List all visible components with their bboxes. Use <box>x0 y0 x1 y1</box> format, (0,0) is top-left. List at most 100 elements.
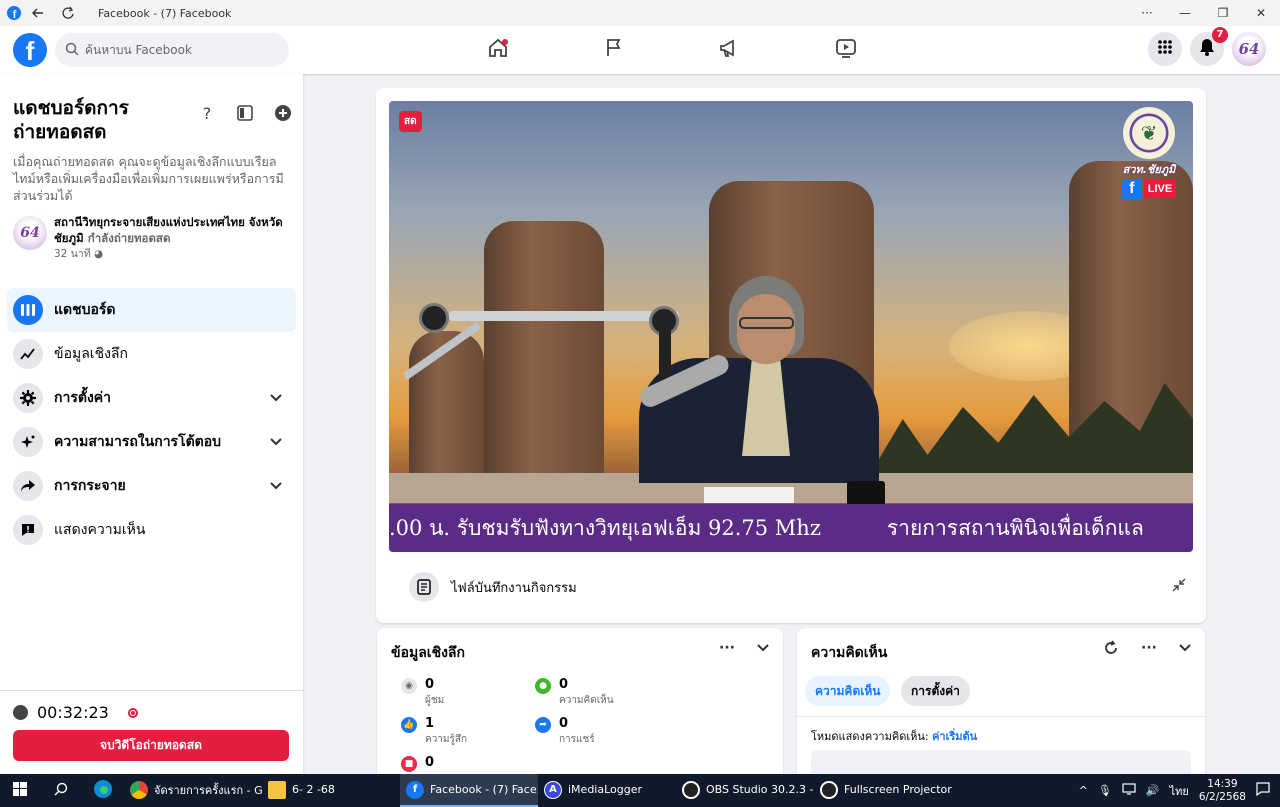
menu-button[interactable] <box>1148 32 1182 66</box>
clock-icon <box>13 705 28 720</box>
restore-button[interactable]: ❐ <box>1204 6 1242 20</box>
minimize-button[interactable]: — <box>1166 6 1204 20</box>
reload-icon[interactable] <box>58 3 78 23</box>
stat-value: 0 <box>559 716 569 731</box>
add-icon[interactable] <box>274 104 292 122</box>
search-input[interactable]: ค้นหาบน Facebook <box>55 33 289 67</box>
sidebar-item-distribution[interactable]: การกระจาย <box>7 464 296 508</box>
bell-icon <box>1199 38 1215 60</box>
more-options-button[interactable]: ··· <box>1128 6 1166 20</box>
more-icon[interactable]: ··· <box>1141 640 1157 660</box>
home-notification-dot <box>502 39 508 45</box>
news-ticker: .00 น. รับชมรับฟังทางวิทยุเอฟเอ็ม 92.75 … <box>389 504 1193 552</box>
panel-toggle-icon[interactable] <box>236 104 254 122</box>
taskbar-item-label: 6- 2 -68 <box>292 783 335 796</box>
notifications-button[interactable]: 7 <box>1190 27 1228 66</box>
station-avatar-label: 64 <box>20 225 40 241</box>
live-badge: สด <box>399 111 422 132</box>
comment-mode-link[interactable]: ค่าเริ่มต้น <box>932 730 977 743</box>
sidebar-item-feedback[interactable]: แสดงความเห็น <box>7 508 296 552</box>
comments-card: ความคิดเห็น ··· ความคิดเห็น การตั้งค่า โ… <box>797 628 1205 778</box>
paper-sheet <box>704 487 794 503</box>
nav-video[interactable] <box>788 26 904 74</box>
microphone-icon[interactable]: 🎙 <box>1098 784 1112 797</box>
clock[interactable]: 14:39 6/2/2568 <box>1199 778 1246 804</box>
nav-ads[interactable] <box>672 26 788 74</box>
edge-button[interactable] <box>82 774 124 807</box>
sidebar-item-label: แสดงความเห็น <box>54 522 146 538</box>
timer-value: 00:32:23 <box>37 703 109 722</box>
tab-comments[interactable]: ความคิดเห็น <box>805 676 891 706</box>
chevron-up-icon[interactable]: ^ <box>1079 784 1088 797</box>
taskbar-item[interactable]: Fullscreen Projector... <box>814 774 952 807</box>
taskbar-item-label: iMediaLogger <box>568 783 643 796</box>
clock-time: 14:39 <box>1207 777 1238 790</box>
refresh-icon[interactable] <box>1103 640 1119 660</box>
taskbar-item[interactable]: จัดรายการครั้งแรก - G... <box>124 774 262 807</box>
recording-icon <box>127 707 138 718</box>
clock-date: 6/2/2568 <box>1198 790 1246 803</box>
activity-log-label: ไฟล์บันทึกงานกิจกรรม <box>451 580 577 596</box>
obs-icon <box>682 780 700 799</box>
chevron-down-icon[interactable] <box>1179 640 1191 660</box>
live-dashboard-sidebar: แดชบอร์ดการถ่ายทอดสด ? เมื่อคุณถ่ายทอดสด… <box>0 74 303 774</box>
tab-settings[interactable]: การตั้งค่า <box>901 676 970 706</box>
taskbar-item[interactable]: A iMediaLogger <box>538 774 676 807</box>
station-emblem-icon: ❦ <box>1123 107 1175 159</box>
volume-icon[interactable]: 🔊 <box>1146 784 1160 797</box>
sidebar-item-interactivity[interactable]: ความสามารถในการโต้ตอบ <box>7 420 296 464</box>
notification-center-icon[interactable] <box>1256 782 1270 799</box>
chrome-icon <box>130 780 148 799</box>
collapse-icon[interactable] <box>1172 578 1186 596</box>
network-icon[interactable] <box>1122 783 1136 798</box>
chevron-down-icon[interactable] <box>757 640 769 656</box>
sidebar-heading: แดชบอร์ดการถ่ายทอดสด <box>13 97 129 143</box>
share-arrow-icon <box>13 471 43 501</box>
sidebar-description: เมื่อคุณถ่ายทอดสด คุณจะดูข้อมูลเชิงลึกแบ… <box>13 154 284 203</box>
search-button[interactable] <box>40 774 82 807</box>
taskbar-item[interactable]: 6- 2 -68 <box>262 774 400 807</box>
folder-icon <box>268 780 286 799</box>
search-icon <box>54 782 68 799</box>
taskbar-item[interactable]: OBS Studio 30.2.3 - ... <box>676 774 814 807</box>
start-button[interactable] <box>0 774 40 807</box>
facebook-header: f ค้นหาบน Facebook 7 64 <box>0 26 1280 74</box>
end-live-video-button[interactable]: จบวิดีโอถ่ายทอดสด <box>13 730 289 761</box>
phone-on-desk <box>847 481 885 506</box>
sidebar-item-insights[interactable]: ข้อมูลเชิงลึก <box>7 332 296 376</box>
nav-pages[interactable] <box>556 26 672 74</box>
live-video-player[interactable]: สด ❦ สวท.ชัยภูมิ f LIVE .00 น. รับชมรับฟั… <box>389 101 1193 552</box>
live-video-card: สด ❦ สวท.ชัยภูมิ f LIVE .00 น. รับชมรับฟั… <box>376 88 1206 623</box>
like-icon: 👍 <box>401 717 417 733</box>
station-status: กำลังถ่ายทอดสด <box>87 231 171 245</box>
edge-icon <box>93 779 113 802</box>
station-time-text: 32 นาที <box>54 248 91 260</box>
activity-log-link[interactable]: ไฟล์บันทึกงานกิจกรรม <box>409 572 577 602</box>
profile-avatar[interactable]: 64 <box>1232 32 1266 66</box>
share-icon: ➦ <box>535 717 551 733</box>
rock-pillar-center-left <box>484 221 604 501</box>
station-name[interactable]: สถานีวิทยุกระจายเสียงแห่งประเทศไทย จังหว… <box>54 214 293 246</box>
stat-comments: ● 0 ความคิดเห็น <box>535 676 614 706</box>
help-icon[interactable]: ? <box>198 104 216 123</box>
nav-home[interactable] <box>440 26 556 74</box>
feedback-icon <box>13 515 43 545</box>
taskbar-item-label: Facebook - (7) Face... <box>430 783 538 796</box>
station-info: 64 สถานีวิทยุกระจายเสียงแห่งประเทศไทย จั… <box>13 214 293 262</box>
sidebar-item-settings[interactable]: การตั้งค่า <box>7 376 296 420</box>
sidebar-item-dashboard[interactable]: แดชบอร์ด <box>7 288 296 332</box>
back-icon[interactable] <box>28 3 48 23</box>
language-indicator[interactable]: ไทย <box>1170 782 1189 800</box>
obs-projector-icon <box>820 780 838 799</box>
chevron-down-icon <box>270 435 282 449</box>
taskbar-item[interactable]: f Facebook - (7) Face... <box>400 774 538 807</box>
more-icon[interactable]: ··· <box>719 640 735 656</box>
station-avatar[interactable]: 64 <box>13 216 47 250</box>
close-button[interactable]: ✕ <box>1242 6 1280 20</box>
chevron-down-icon <box>270 479 282 493</box>
stat-value: 0 <box>425 677 435 692</box>
stat-label: การแชร์ <box>559 734 595 745</box>
facebook-logo[interactable]: f <box>13 33 47 67</box>
window-title: Facebook - (7) Facebook <box>98 6 232 20</box>
stat-shares: ➦ 0 การแชร์ <box>535 715 595 745</box>
